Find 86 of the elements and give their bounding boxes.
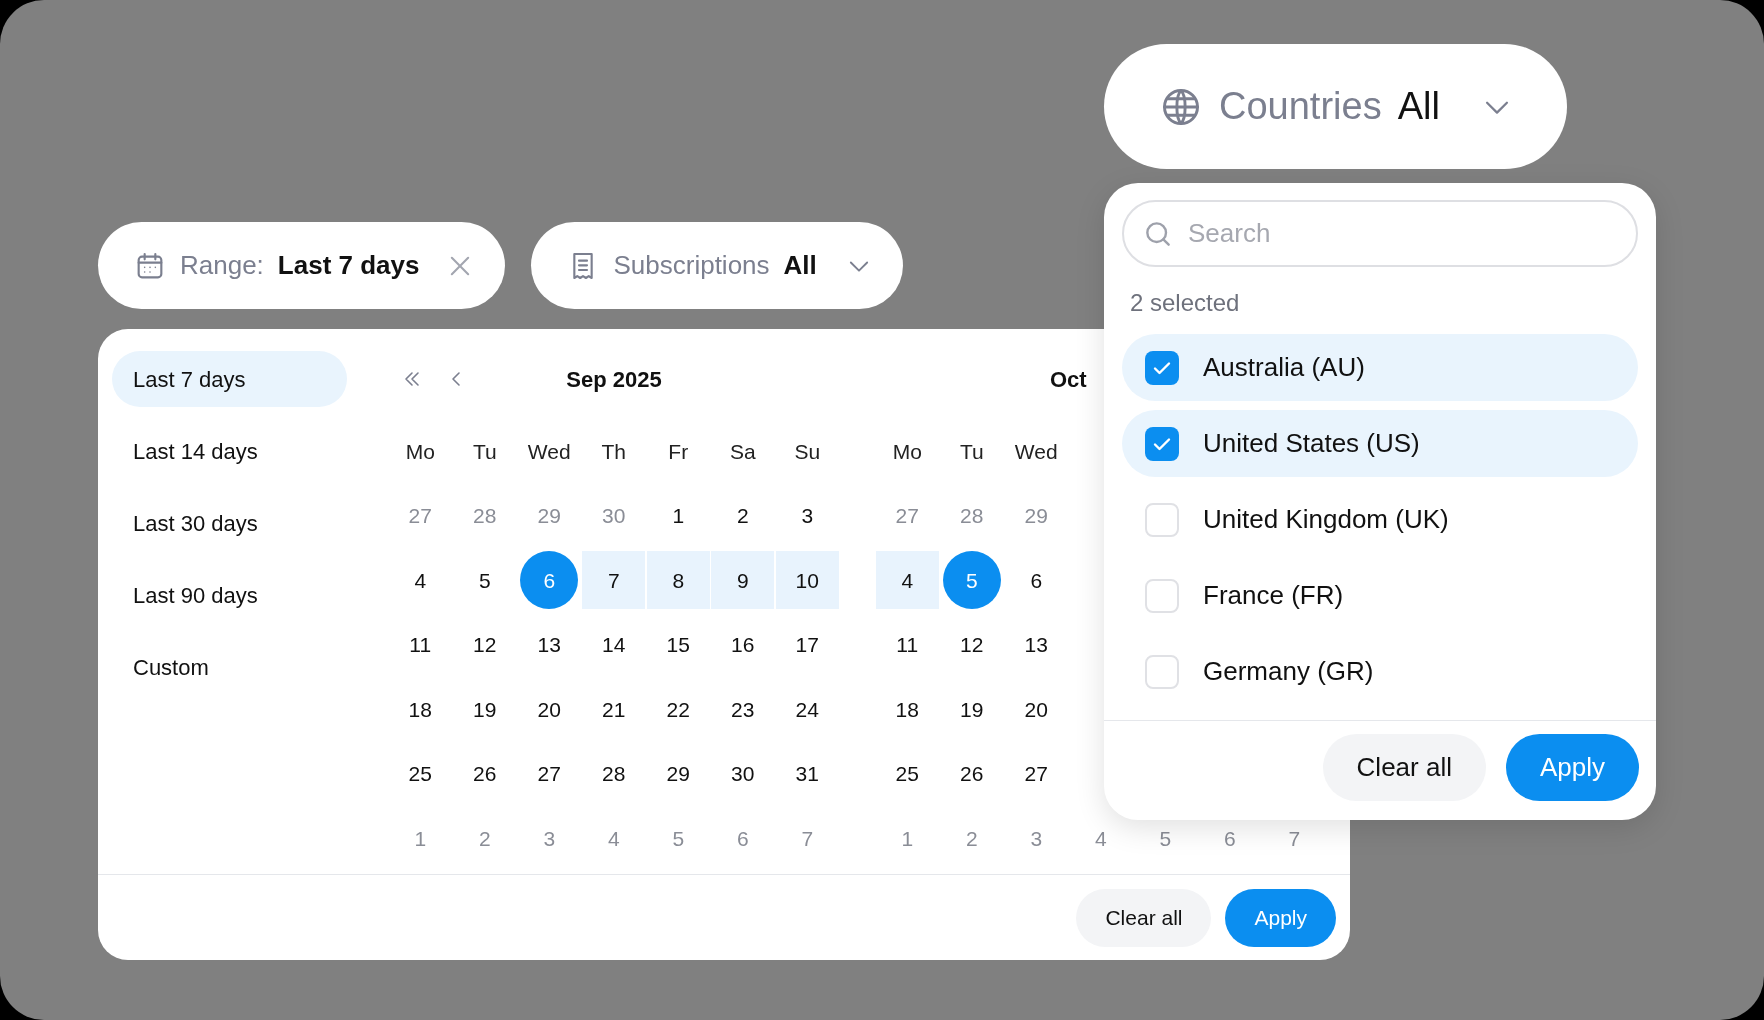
country-option[interactable]: United States (US) (1122, 410, 1638, 477)
preset-option[interactable]: Custom (112, 639, 347, 695)
country-label: France (FR) (1203, 579, 1344, 612)
day-number[interactable]: 11 (896, 629, 919, 661)
country-option[interactable]: Australia (AU) (1122, 334, 1638, 401)
day-number[interactable]: 15 (666, 629, 690, 661)
filter-value: All (783, 249, 817, 282)
filter-label: Subscriptions (613, 249, 770, 282)
weekday-label: Mo (405, 438, 435, 465)
countries-filter-chip[interactable]: Countries All (1104, 44, 1567, 169)
weekday-label: Wed (527, 438, 571, 465)
day-number[interactable]: 22 (666, 693, 690, 725)
filter-value: All (1397, 84, 1440, 129)
month-title: Oct (1050, 365, 1087, 394)
clear-all-button[interactable]: Clear all (1322, 734, 1486, 801)
country-option[interactable]: France (FR) (1122, 562, 1638, 629)
search-field[interactable]: Search (1122, 200, 1638, 267)
in-range-day[interactable]: 8 (646, 551, 710, 610)
weekday-label: Tu (472, 438, 497, 465)
day-number[interactable]: 19 (960, 693, 984, 725)
day-number[interactable]: 13 (537, 629, 561, 661)
in-range-day[interactable]: 9 (711, 551, 775, 610)
day-number[interactable]: 3 (801, 500, 814, 532)
in-range-day[interactable]: 4 (875, 551, 939, 610)
day-number[interactable]: 4 (414, 564, 427, 596)
checkbox[interactable] (1145, 502, 1179, 537)
weekday-label: Th (601, 438, 626, 465)
day-number[interactable]: 17 (795, 629, 819, 661)
preset-option[interactable]: Last 30 days (112, 495, 347, 551)
preset-option[interactable]: Last 7 days (112, 351, 347, 407)
day-number[interactable]: 20 (537, 693, 561, 725)
month-title: Sep 2025 (566, 366, 662, 392)
day-number[interactable]: 26 (473, 758, 497, 790)
subscriptions-filter-chip[interactable]: Subscriptions All (531, 222, 903, 309)
filter-value: Last 7 days (277, 249, 420, 282)
day-number[interactable]: 14 (602, 629, 626, 661)
preset-option[interactable]: Last 90 days (112, 567, 347, 623)
day-number[interactable]: 2 (736, 500, 749, 532)
filter-label: Countries (1219, 84, 1382, 129)
day-number[interactable]: 27 (537, 758, 561, 790)
checkbox[interactable] (1145, 350, 1179, 385)
day-number[interactable]: 11 (409, 629, 432, 661)
day-number[interactable]: 26 (960, 758, 984, 790)
day-number[interactable]: 28 (602, 758, 626, 790)
in-range-day[interactable]: 7 (582, 551, 646, 610)
weekday-label: Fr (668, 438, 689, 465)
clear-all-button[interactable]: Clear all (1076, 888, 1212, 947)
day-number[interactable]: 23 (731, 693, 755, 725)
checkbox[interactable] (1145, 654, 1179, 689)
filter-label: Range: (180, 249, 264, 282)
country-label: United States (US) (1203, 427, 1420, 460)
country-option[interactable]: Germany (GR) (1122, 638, 1638, 705)
in-range-day[interactable]: 10 (775, 551, 839, 610)
day-number[interactable]: 16 (731, 629, 755, 661)
day-number[interactable]: 21 (602, 693, 626, 725)
day-number[interactable]: 20 (1024, 693, 1048, 725)
country-label: Germany (GR) (1203, 655, 1374, 688)
day-number[interactable]: 5 (478, 564, 491, 596)
country-label: Australia (AU) (1203, 351, 1365, 384)
checkbox[interactable] (1145, 578, 1179, 613)
weekday-label: Mo (892, 438, 922, 465)
day-number[interactable]: 31 (795, 758, 819, 790)
day-number[interactable]: 18 (408, 693, 432, 725)
day-number[interactable]: 18 (895, 693, 919, 725)
country-option[interactable]: United Kingdom (UK) (1122, 486, 1638, 553)
day-number[interactable]: 25 (408, 758, 432, 790)
range-filter-chip[interactable]: Range: Last 7 days (98, 222, 506, 309)
country-label: United Kingdom (UK) (1203, 503, 1449, 536)
day-number[interactable]: 13 (1024, 629, 1048, 661)
weekday-label: Wed (1014, 438, 1058, 465)
day-number[interactable]: 30 (731, 758, 755, 790)
checkbox[interactable] (1145, 426, 1179, 461)
weekday-label: Sa (729, 438, 756, 465)
day-number[interactable]: 29 (666, 758, 690, 790)
day-number[interactable]: 27 (1024, 758, 1048, 790)
selection-count: 2 selected (1130, 289, 1240, 316)
day-number[interactable]: 24 (795, 693, 819, 725)
day-number[interactable]: 6 (1030, 564, 1043, 596)
day-number[interactable]: 1 (672, 500, 685, 532)
preset-option[interactable]: Last 14 days (112, 423, 347, 479)
day-number[interactable]: 19 (473, 693, 497, 725)
day-number[interactable]: 25 (895, 758, 919, 790)
day-number[interactable]: 12 (960, 629, 984, 661)
weekday-label: Su (794, 438, 821, 465)
day-number[interactable]: 12 (473, 629, 497, 661)
weekday-label: Tu (959, 438, 984, 465)
